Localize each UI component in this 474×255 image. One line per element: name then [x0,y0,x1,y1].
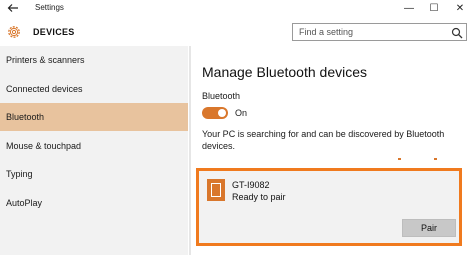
discovery-status-text: Your PC is searching for and can be disc… [202,129,445,151]
device-card-gt-i9082[interactable]: GT-I9082 Ready to pair Pair [196,168,462,246]
sidebar-item-label: AutoPlay [6,198,43,208]
title-bar: Settings — ☐ ✕ [0,0,474,18]
device-status: Ready to pair [232,192,286,202]
maximize-button[interactable]: ☐ [421,0,447,18]
sidebar-item-connected-devices[interactable]: Connected devices [0,75,188,103]
device-name: GT-I9082 [232,180,270,190]
search-placeholder: Find a setting [299,27,354,37]
gear-icon [6,24,22,40]
phone-icon [207,179,225,201]
close-button[interactable]: ✕ [447,0,473,18]
pair-button[interactable]: Pair [402,219,456,237]
divider [189,46,191,255]
sidebar-item-bluetooth[interactable]: Bluetooth [0,103,188,131]
sidebar-item-label: Mouse & touchpad [6,141,82,151]
sidebar-item-label: Typing [6,169,33,179]
sidebar-item-label: Printers & scanners [6,55,85,65]
minimize-button[interactable]: — [396,0,422,18]
page-header: DEVICES Find a setting [0,18,474,46]
toggle-knob [218,109,226,117]
sidebar-item-autoplay[interactable]: AutoPlay [0,189,188,217]
search-icon[interactable] [451,26,463,39]
window-title: Settings [35,3,64,12]
sidebar-item-mouse-touchpad[interactable]: Mouse & touchpad [0,132,188,160]
bluetooth-label: Bluetooth [202,91,241,101]
progress-dot [434,158,437,160]
progress-dot [398,158,401,160]
sidebar-item-label: Connected devices [6,84,83,94]
search-input[interactable]: Find a setting [292,23,467,41]
sidebar-item-printers-scanners[interactable]: Printers & scanners [0,46,188,74]
section-heading: Manage Bluetooth devices [202,64,367,80]
back-arrow-icon[interactable] [6,2,20,16]
toggle-state-label: On [235,108,248,118]
sidebar: Printers & scanners Connected devices Bl… [0,46,188,255]
sidebar-item-typing[interactable]: Typing [0,160,188,188]
page-title: DEVICES [33,27,75,37]
sidebar-item-label: Bluetooth [6,112,45,122]
bluetooth-toggle[interactable] [202,107,228,119]
